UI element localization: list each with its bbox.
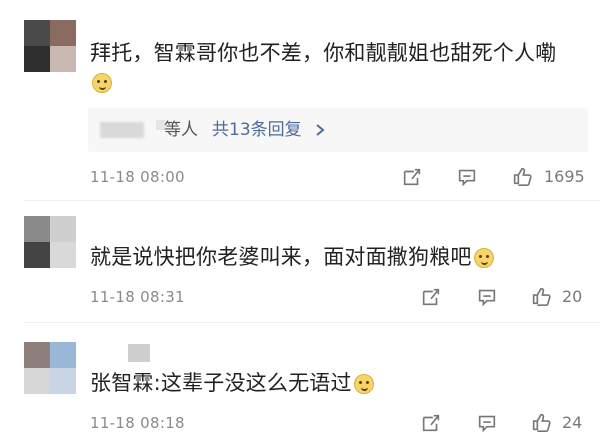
comment-time: 11-18 08:31 [90,288,185,306]
chevron-right-icon [316,124,325,136]
comment-section: 拜托，智霖哥你也不差，你和靓靓姐也甜死个人嘞 等人 共13条回复 11-18 0… [0,0,600,445]
comment-icon[interactable] [476,412,498,434]
avatar[interactable] [24,216,76,268]
avatar[interactable] [24,342,76,394]
comment-item: 拜托，智霖哥你也不差，你和靓靓姐也甜死个人嘞 等人 共13条回复 11-18 0… [0,0,600,200]
avatar[interactable] [24,20,76,72]
comment-time: 11-18 08:18 [90,414,185,432]
reply-preview[interactable]: 等人 共13条回复 [88,108,588,152]
like-count: 20 [562,287,583,306]
thumbs-up-icon[interactable] [530,285,552,307]
doge-emoji [353,374,374,394]
like-count: 1695 [544,167,585,186]
share-icon[interactable] [420,412,442,434]
comment-icon[interactable] [476,286,498,308]
like-count: 24 [562,413,583,432]
doge-emoji [90,72,112,93]
blurred-username [100,122,144,138]
comment-time: 11-18 08:00 [90,168,185,186]
comment-item: 就是说快把你老婆叫来，面对面撒狗粮吧 11-18 08:31 20 [0,200,600,320]
comment-text: 就是说快把你老婆叫来，面对面撒狗粮吧 [90,242,494,272]
share-icon[interactable] [420,286,442,308]
share-icon[interactable] [401,166,423,188]
thumbs-up-icon[interactable] [511,165,533,187]
comment-icon[interactable] [456,166,478,188]
comment-body: 张智霖:这辈子没这么无语过 [90,371,352,395]
reply-label: 等人 [164,120,198,140]
thumbs-up-icon[interactable] [530,411,552,433]
comment-text: 张智霖:这辈子没这么无语过 [90,368,374,398]
blurred-mark [128,344,150,362]
view-replies-link[interactable]: 共13条回复 [212,118,302,142]
comment-body: 拜托，智霖哥你也不差，你和靓靓姐也甜死个人嘞 [90,41,557,65]
doge-emoji [473,248,494,268]
comment-text: 拜托，智霖哥你也不差，你和靓靓姐也甜死个人嘞 [90,38,556,68]
comment-item: 张智霖:这辈子没这么无语过 11-18 08:18 24 [0,322,600,445]
comment-body: 就是说快把你老婆叫来，面对面撒狗粮吧 [90,245,472,269]
